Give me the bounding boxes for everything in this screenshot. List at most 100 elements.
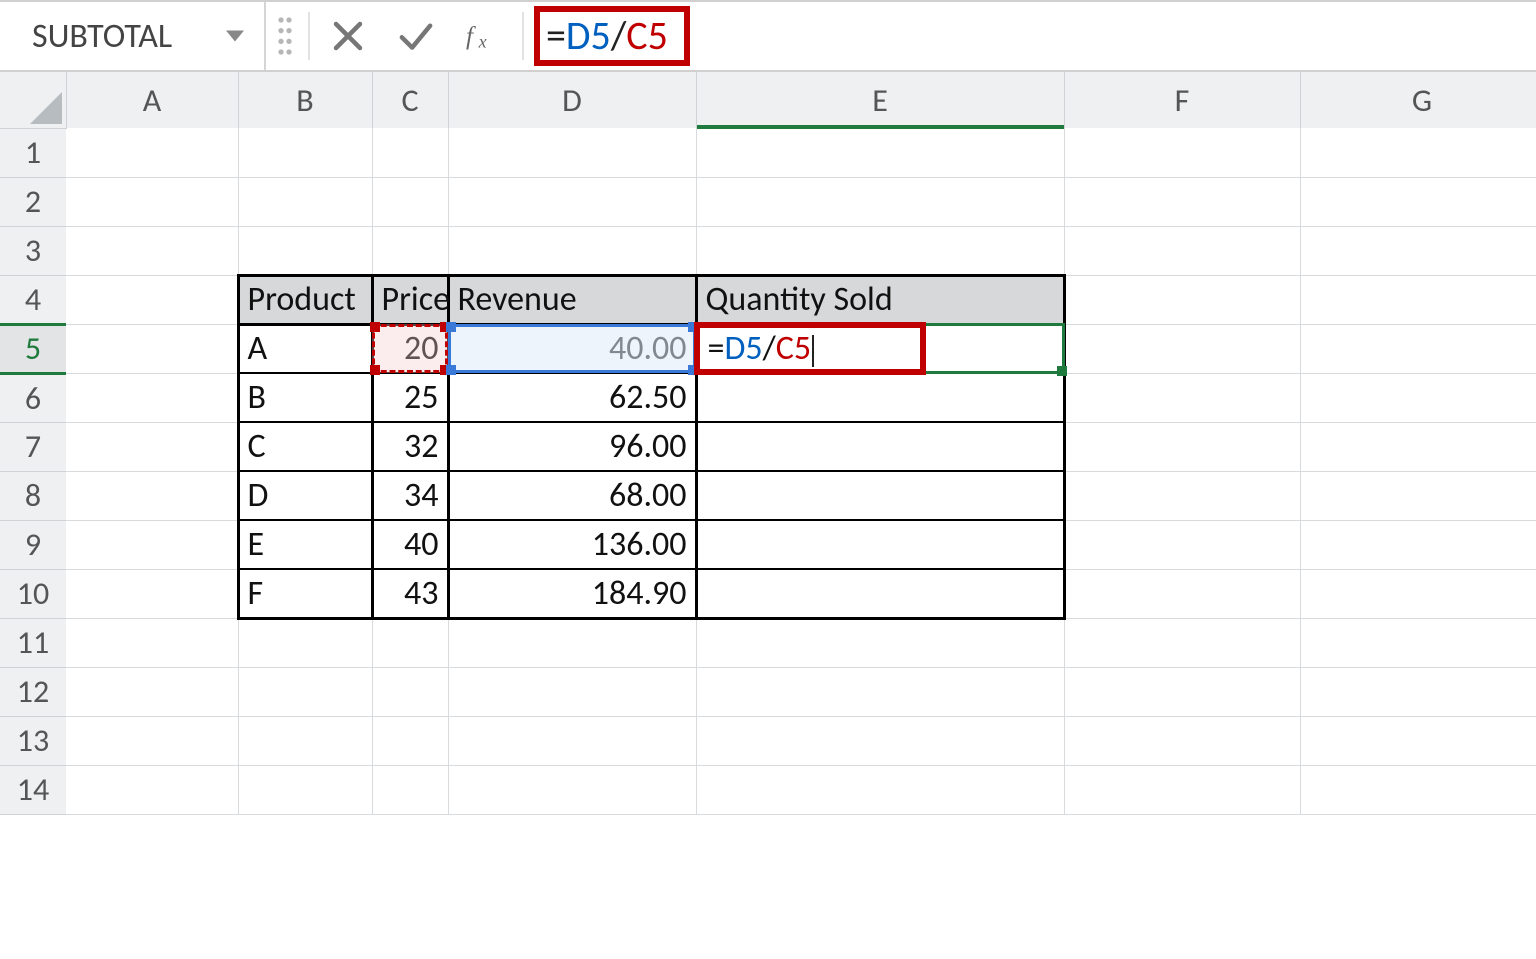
cell[interactable] — [66, 765, 238, 814]
cell[interactable] — [448, 765, 696, 814]
row-header[interactable]: 4 — [0, 275, 66, 324]
cell[interactable]: D — [238, 471, 372, 520]
cell[interactable] — [66, 275, 238, 324]
cell[interactable] — [1064, 275, 1300, 324]
cell[interactable] — [1300, 716, 1536, 765]
cell[interactable] — [66, 569, 238, 618]
cell[interactable] — [238, 667, 372, 716]
cell[interactable] — [372, 716, 448, 765]
cell[interactable] — [1064, 618, 1300, 667]
row-header[interactable]: 11 — [0, 618, 66, 667]
cell[interactable]: 184.90 — [448, 569, 696, 618]
cell[interactable] — [696, 177, 1064, 226]
cell[interactable] — [66, 471, 238, 520]
cell[interactable] — [696, 765, 1064, 814]
table-header-product[interactable]: Product — [238, 275, 372, 324]
cell[interactable] — [696, 471, 1064, 520]
row-header[interactable]: 13 — [0, 716, 66, 765]
cell[interactable] — [1300, 324, 1536, 373]
cell[interactable]: 136.00 — [448, 520, 696, 569]
cell[interactable] — [448, 716, 696, 765]
name-box[interactable]: SUBTOTAL — [0, 2, 266, 70]
cell[interactable] — [238, 226, 372, 275]
cell[interactable] — [1064, 373, 1300, 422]
cell[interactable] — [448, 667, 696, 716]
col-header-G[interactable]: G — [1300, 72, 1536, 128]
cell[interactable] — [372, 226, 448, 275]
cancel-button[interactable] — [314, 2, 382, 70]
table-header-revenue[interactable]: Revenue — [448, 275, 696, 324]
cell[interactable] — [1064, 765, 1300, 814]
cell[interactable] — [1300, 471, 1536, 520]
cell[interactable] — [1300, 520, 1536, 569]
cell[interactable] — [448, 177, 696, 226]
cell[interactable] — [696, 618, 1064, 667]
row-header[interactable]: 1 — [0, 128, 66, 177]
cell[interactable] — [696, 667, 1064, 716]
select-all-button[interactable] — [0, 72, 66, 128]
cell[interactable] — [66, 618, 238, 667]
col-header-D[interactable]: D — [448, 72, 696, 128]
cell[interactable] — [696, 520, 1064, 569]
row-header[interactable]: 8 — [0, 471, 66, 520]
cell[interactable]: 40 — [372, 520, 448, 569]
cell[interactable] — [696, 373, 1064, 422]
row-header[interactable]: 14 — [0, 765, 66, 814]
cell[interactable] — [1300, 667, 1536, 716]
cell-E5[interactable]: =D5/C5 — [696, 324, 1064, 373]
cell[interactable]: 34 — [372, 471, 448, 520]
col-header-F[interactable]: F — [1064, 72, 1300, 128]
cell[interactable] — [372, 128, 448, 177]
cell[interactable] — [66, 373, 238, 422]
cell[interactable]: B — [238, 373, 372, 422]
cell[interactable]: A — [238, 324, 372, 373]
cell[interactable] — [1064, 667, 1300, 716]
cell[interactable] — [1300, 422, 1536, 471]
cell[interactable] — [66, 520, 238, 569]
cell[interactable] — [448, 226, 696, 275]
cell[interactable] — [1064, 569, 1300, 618]
cell[interactable] — [1064, 422, 1300, 471]
cell[interactable] — [372, 765, 448, 814]
cell[interactable] — [1300, 569, 1536, 618]
chevron-down-icon[interactable] — [226, 31, 244, 42]
cell[interactable] — [1300, 275, 1536, 324]
table-header-quantity[interactable]: Quantity Sold — [696, 275, 1064, 324]
cell[interactable]: 32 — [372, 422, 448, 471]
formula-input[interactable]: =D5/C5 — [528, 2, 1536, 70]
cell[interactable] — [238, 128, 372, 177]
cell[interactable] — [1300, 177, 1536, 226]
cell[interactable] — [448, 128, 696, 177]
cell[interactable] — [66, 128, 238, 177]
cell[interactable] — [1064, 716, 1300, 765]
spreadsheet-grid[interactable]: A B C D E F G 1 2 3 4 Product Price Reve… — [0, 72, 1536, 815]
cell[interactable]: 20 — [372, 324, 448, 373]
cell[interactable] — [696, 716, 1064, 765]
col-header-C[interactable]: C — [372, 72, 448, 128]
cell[interactable] — [696, 569, 1064, 618]
cell[interactable] — [238, 177, 372, 226]
cell[interactable] — [1300, 765, 1536, 814]
cell[interactable] — [66, 422, 238, 471]
cell[interactable] — [372, 177, 448, 226]
cell[interactable]: 40.00 — [448, 324, 696, 373]
cell[interactable] — [1300, 128, 1536, 177]
cell[interactable] — [66, 324, 238, 373]
row-header[interactable]: 9 — [0, 520, 66, 569]
cell[interactable] — [1300, 226, 1536, 275]
enter-button[interactable] — [382, 2, 450, 70]
row-header[interactable]: 2 — [0, 177, 66, 226]
cell[interactable] — [238, 618, 372, 667]
insert-function-button[interactable]: f x — [450, 2, 518, 70]
cell[interactable] — [1064, 177, 1300, 226]
cell[interactable] — [696, 226, 1064, 275]
cell[interactable] — [372, 667, 448, 716]
row-header[interactable]: 3 — [0, 226, 66, 275]
cell[interactable] — [448, 618, 696, 667]
cell[interactable] — [66, 177, 238, 226]
cell[interactable]: F — [238, 569, 372, 618]
cell[interactable] — [1064, 471, 1300, 520]
col-header-A[interactable]: A — [66, 72, 238, 128]
cell[interactable] — [1064, 324, 1300, 373]
cell[interactable] — [372, 618, 448, 667]
